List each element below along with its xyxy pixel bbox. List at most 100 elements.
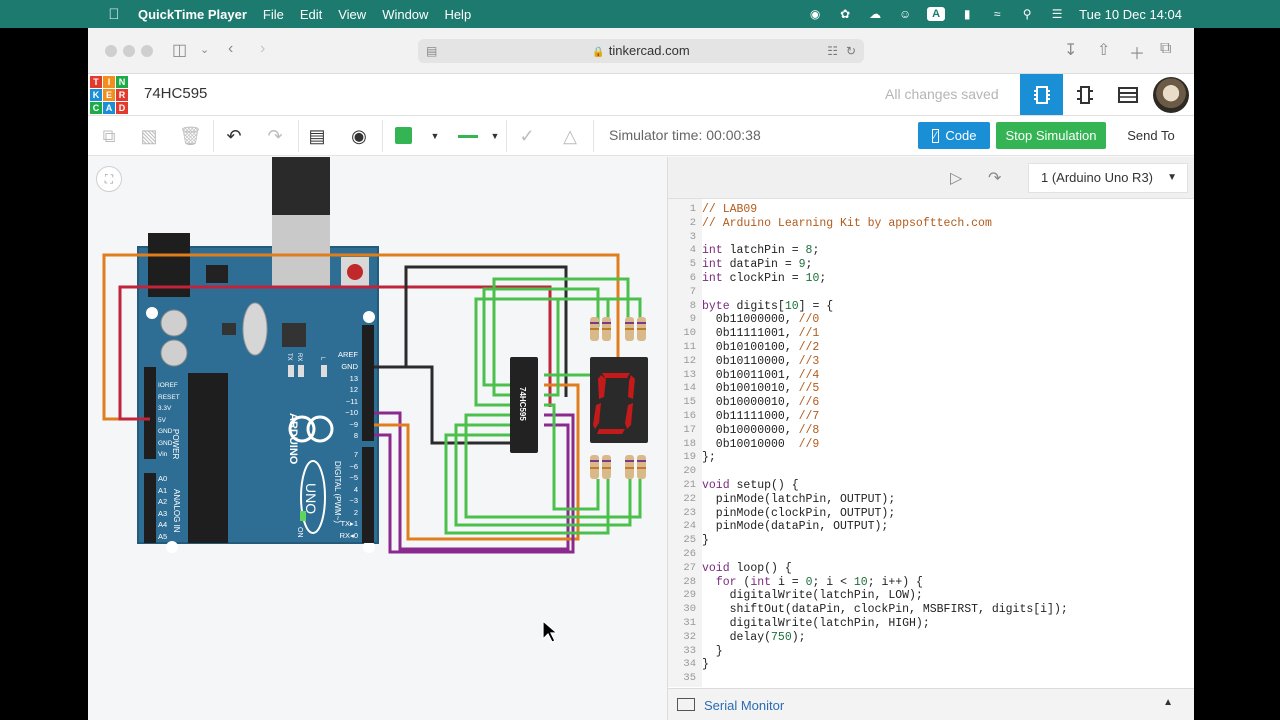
undo-icon[interactable]: ↶ <box>223 125 245 147</box>
tab-overview-icon[interactable]: ⧉ <box>1160 40 1171 58</box>
wifi-icon[interactable]: ≈ <box>989 7 1005 21</box>
serial-monitor-bar[interactable]: Serial Monitor ▲ <box>668 688 1194 720</box>
code-line[interactable]: } <box>702 658 1194 672</box>
delete-icon[interactable]: 🗑 <box>179 125 202 147</box>
device-selector[interactable]: 1 (Arduino Uno R3) ▼ <box>1028 163 1188 193</box>
translate-icon[interactable]: ☷ <box>827 39 838 63</box>
code-line[interactable]: 0b10010010, //5 <box>702 382 1194 396</box>
code-line[interactable]: pinMode(dataPin, OUTPUT); <box>702 520 1194 534</box>
code-line[interactable] <box>702 672 1194 686</box>
code-line[interactable]: // LAB09 <box>702 203 1194 217</box>
user-icon[interactable]: ☺ <box>897 7 913 21</box>
forward-icon[interactable]: › <box>260 40 265 58</box>
rotate-icon[interactable]: ✓ <box>516 125 538 147</box>
apple-icon[interactable]:  <box>94 6 134 23</box>
resistors-bottom[interactable] <box>590 455 646 479</box>
window-close-button[interactable] <box>105 45 117 57</box>
code-line[interactable]: int latchPin = 8; <box>702 244 1194 258</box>
code-line[interactable]: 0b10000000, //8 <box>702 424 1194 438</box>
menu-view[interactable]: View <box>338 7 378 22</box>
paste-icon[interactable]: ▧ <box>138 125 160 147</box>
wire-data[interactable] <box>374 411 570 551</box>
copy-icon[interactable]: ⧉ <box>98 125 120 147</box>
code-line[interactable]: byte digits[10] = { <box>702 300 1194 314</box>
page-settings-icon[interactable]: ▤ <box>426 39 437 63</box>
menu-app-name[interactable]: QuickTime Player <box>138 7 259 22</box>
window-minimize-button[interactable] <box>123 45 135 57</box>
chevron-down-icon[interactable]: ▼ <box>424 125 446 147</box>
view-notes-icon[interactable]: ◉ <box>348 125 370 147</box>
code-line[interactable]: 0b11111000, //7 <box>702 410 1194 424</box>
code-line[interactable]: 0b10000010, //6 <box>702 396 1194 410</box>
notes-icon[interactable]: ▤ <box>306 125 328 147</box>
code-line[interactable]: pinMode(latchPin, OUTPUT); <box>702 493 1194 507</box>
menu-file[interactable]: File <box>263 7 296 22</box>
project-title[interactable]: 74HC595 <box>144 85 207 102</box>
code-button[interactable]: ∕ Code <box>918 122 990 149</box>
chatgpt-icon[interactable]: ✿ <box>837 7 853 21</box>
code-line[interactable]: shiftOut(dataPin, clockPin, MSBFIRST, di… <box>702 603 1194 617</box>
code-line[interactable] <box>702 548 1194 562</box>
cloud-icon[interactable]: ☁ <box>867 7 883 21</box>
step-icon[interactable]: ▷ <box>950 168 962 188</box>
circuit-view-button[interactable] <box>1020 74 1063 115</box>
window-zoom-button[interactable] <box>141 45 153 57</box>
chevron-up-icon[interactable]: ▲ <box>1163 697 1173 708</box>
menu-edit[interactable]: Edit <box>300 7 334 22</box>
code-line[interactable]: 0b10011001, //4 <box>702 369 1194 383</box>
code-line[interactable]: delay(750); <box>702 631 1194 645</box>
menu-help[interactable]: Help <box>444 7 483 22</box>
debug-icon[interactable]: ↷ <box>988 168 1001 188</box>
download-icon[interactable]: ↧ <box>1064 40 1077 60</box>
menu-window[interactable]: Window <box>382 7 440 22</box>
record-icon[interactable]: ◉ <box>807 7 823 21</box>
redo-icon[interactable]: ↷ <box>264 125 286 147</box>
code-line[interactable]: 0b10110000, //3 <box>702 355 1194 369</box>
battery-icon[interactable]: ▮ <box>959 7 975 21</box>
wire-seg-c[interactable] <box>474 297 610 407</box>
back-icon[interactable]: ‹ <box>228 40 233 58</box>
code-line[interactable]: for (int i = 0; i < 10; i++) { <box>702 576 1194 590</box>
seven-segment-display[interactable] <box>590 357 648 443</box>
sidebar-icon[interactable]: ◫ <box>172 40 187 60</box>
shift-register-chip[interactable]: 74HC595 <box>510 357 538 453</box>
tinkercad-logo[interactable]: T I N K E R C A D <box>90 76 128 114</box>
code-line[interactable]: int clockPin = 10; <box>702 272 1194 286</box>
code-line[interactable]: void loop() { <box>702 562 1194 576</box>
code-line[interactable]: } <box>702 534 1194 548</box>
code-line[interactable]: 0b11000000, //0 <box>702 313 1194 327</box>
code-line[interactable]: 0b11111001, //1 <box>702 327 1194 341</box>
code-line[interactable] <box>702 465 1194 479</box>
code-line[interactable]: void setup() { <box>702 479 1194 493</box>
control-center-icon[interactable]: ☰ <box>1049 7 1065 21</box>
code-line[interactable]: pinMode(clockPin, OUTPUT); <box>702 507 1194 521</box>
code-editor[interactable]: // LAB09// Arduino Learning Kit by appso… <box>702 199 1194 687</box>
code-line[interactable] <box>702 231 1194 245</box>
user-avatar[interactable] <box>1153 77 1189 113</box>
send-to-button[interactable]: Send To <box>1114 122 1188 149</box>
code-line[interactable]: digitalWrite(latchPin, LOW); <box>702 589 1194 603</box>
input-source-indicator[interactable]: A <box>927 7 946 21</box>
menu-datetime[interactable]: Tue 10 Dec 14:04 <box>1079 7 1182 22</box>
new-tab-icon[interactable]: ＋ <box>1129 40 1145 64</box>
reload-icon[interactable]: ↻ <box>846 39 856 63</box>
chevron-down-icon[interactable]: ⌄ <box>200 43 209 56</box>
schematic-view-button[interactable] <box>1063 74 1106 115</box>
share-icon[interactable]: ⇧ <box>1097 40 1110 60</box>
serial-monitor-label[interactable]: Serial Monitor <box>704 698 784 713</box>
code-line[interactable]: 0b10100100, //2 <box>702 341 1194 355</box>
code-line[interactable]: digitalWrite(latchPin, HIGH); <box>702 617 1194 631</box>
flip-icon[interactable]: △ <box>559 125 581 147</box>
wire-type-swatch[interactable] <box>458 135 478 138</box>
code-line[interactable]: } <box>702 645 1194 659</box>
code-line[interactable]: }; <box>702 451 1194 465</box>
search-icon[interactable]: ⚲ <box>1019 7 1035 21</box>
code-line[interactable]: // Arduino Learning Kit by appsofttech.c… <box>702 217 1194 231</box>
circuit-canvas[interactable]: ⛶ ARDUINO UNO POWER ANALOG IN DIGITAL (P… <box>88 157 667 720</box>
code-line[interactable]: int dataPin = 9; <box>702 258 1194 272</box>
stop-simulation-button[interactable]: Stop Simulation <box>996 122 1106 149</box>
address-bar[interactable]: ▤ 🔒 tinkercad.com ↻ ☷ <box>418 39 864 63</box>
wire-seg-dp[interactable] <box>544 403 600 511</box>
chevron-down-icon[interactable]: ▼ <box>484 125 506 147</box>
code-line[interactable] <box>702 286 1194 300</box>
